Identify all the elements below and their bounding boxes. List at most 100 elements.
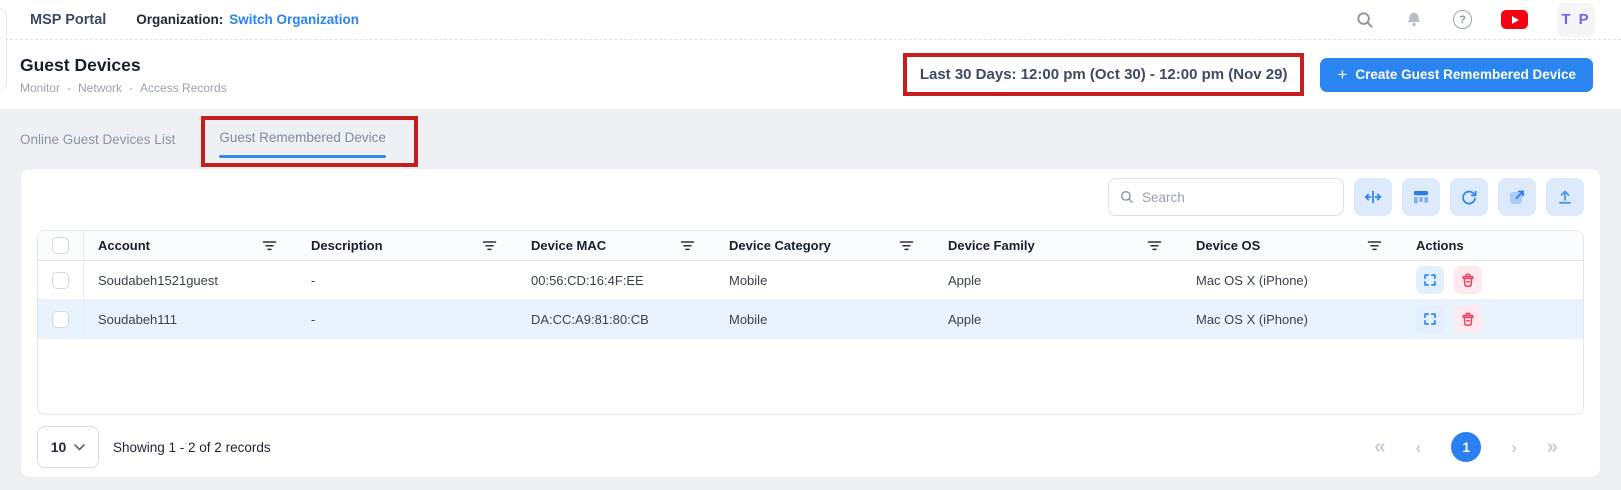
organization-group: Organization: Switch Organization xyxy=(136,12,359,27)
cell-device-os: Mac OS X (iPhone) xyxy=(1182,312,1402,327)
column-header-device-family: Device Family xyxy=(934,231,1182,260)
tab-guest-remembered-device-label: Guest Remembered Device xyxy=(219,130,386,145)
column-label: Device Family xyxy=(948,238,1035,253)
column-label: Actions xyxy=(1416,238,1464,253)
topbar: MSP Portal Organization: Switch Organiza… xyxy=(0,0,1621,40)
expand-horizontal-icon xyxy=(1363,187,1383,207)
column-label: Device OS xyxy=(1196,238,1260,253)
user-avatar[interactable]: T P xyxy=(1557,3,1595,37)
view-details-button[interactable] xyxy=(1416,305,1444,333)
view-details-button[interactable] xyxy=(1416,266,1444,294)
youtube-icon[interactable] xyxy=(1501,10,1528,29)
pagination-prev-button[interactable]: ‹ xyxy=(1416,439,1422,456)
filter-icon[interactable] xyxy=(1367,239,1382,252)
annotation-highlight-box: Guest Remembered Device xyxy=(201,116,418,167)
page-header-right: Last 30 Days: 12:00 pm (Oct 30) - 12:00 … xyxy=(903,53,1593,96)
column-label: Device Category xyxy=(729,238,831,253)
trash-icon xyxy=(1459,271,1477,289)
column-header-actions: Actions xyxy=(1402,231,1583,260)
topbar-actions: ? T P xyxy=(1355,3,1595,37)
table-row[interactable]: Soudabeh111 - DA:CC:A9:81:80:CB Mobile A… xyxy=(38,300,1583,339)
refresh-button[interactable] xyxy=(1450,178,1488,216)
page-size-select[interactable]: 10 xyxy=(37,426,99,468)
delete-button[interactable] xyxy=(1454,266,1482,294)
cell-device-family: Apple xyxy=(934,273,1182,288)
column-header-account: Account xyxy=(84,231,297,260)
cell-device-mac: 00:56:CD:16:4F:EE xyxy=(517,273,715,288)
date-range-picker[interactable]: Last 30 Days: 12:00 pm (Oct 30) - 12:00 … xyxy=(903,53,1305,96)
breadcrumb-monitor[interactable]: Monitor xyxy=(20,81,60,95)
columns-settings-button[interactable] xyxy=(1402,178,1440,216)
table-header-row: Account Description Device MAC xyxy=(38,231,1583,261)
tabs-row: Online Guest Devices List Guest Remember… xyxy=(0,110,1621,168)
column-label: Account xyxy=(98,238,150,253)
search-icon[interactable] xyxy=(1355,10,1375,30)
breadcrumb-separator: - xyxy=(129,81,133,95)
pagination-next-button[interactable]: › xyxy=(1511,439,1517,456)
cell-account: Soudabeh1521guest xyxy=(84,273,297,288)
tab-online-guest-devices-list[interactable]: Online Guest Devices List xyxy=(20,132,175,147)
table-toolbar xyxy=(37,178,1584,216)
external-link-icon xyxy=(1507,187,1527,207)
cell-device-family: Apple xyxy=(934,312,1182,327)
fit-columns-button[interactable] xyxy=(1354,178,1392,216)
breadcrumb-separator: - xyxy=(67,81,71,95)
filter-icon[interactable] xyxy=(1147,239,1162,252)
column-header-description: Description xyxy=(297,231,517,260)
column-header-device-mac: Device MAC xyxy=(517,231,715,260)
cell-actions xyxy=(1402,305,1583,333)
tab-guest-remembered-device[interactable]: Guest Remembered Device xyxy=(219,129,386,158)
table-empty-area xyxy=(38,339,1583,414)
help-icon[interactable]: ? xyxy=(1453,10,1472,29)
column-label: Device MAC xyxy=(531,238,606,253)
bell-icon[interactable] xyxy=(1404,10,1424,30)
row-checkbox-cell xyxy=(38,261,84,299)
chevron-down-icon xyxy=(74,444,85,451)
page-title: Guest Devices xyxy=(20,55,227,76)
breadcrumb: Monitor - Network - Access Records xyxy=(20,81,227,95)
row-checkbox[interactable] xyxy=(52,272,69,289)
cell-actions xyxy=(1402,266,1583,294)
filter-icon[interactable] xyxy=(482,239,497,252)
delete-button[interactable] xyxy=(1454,305,1482,333)
filter-icon[interactable] xyxy=(899,239,914,252)
search-icon xyxy=(1119,189,1135,205)
plus-icon: + xyxy=(1337,66,1347,83)
brand-logo[interactable]: MSP Portal xyxy=(30,12,106,28)
header-checkbox-cell xyxy=(38,231,84,260)
page-header-left: Guest Devices Monitor - Network - Access… xyxy=(20,55,227,95)
column-label: Description xyxy=(311,238,383,253)
refresh-icon xyxy=(1459,187,1479,207)
select-all-checkbox[interactable] xyxy=(52,237,69,254)
cell-device-category: Mobile xyxy=(715,273,934,288)
pagination-current-page[interactable]: 1 xyxy=(1451,432,1481,462)
fullscreen-icon xyxy=(1421,310,1439,328)
cell-description: - xyxy=(297,273,517,288)
row-checkbox[interactable] xyxy=(52,311,69,328)
trash-icon xyxy=(1459,310,1477,328)
column-header-device-category: Device Category xyxy=(715,231,934,260)
open-in-new-button[interactable] xyxy=(1498,178,1536,216)
export-button[interactable] xyxy=(1546,178,1584,216)
columns-icon xyxy=(1411,187,1431,207)
pagination-last-button[interactable]: » xyxy=(1547,437,1558,457)
filter-icon[interactable] xyxy=(680,239,695,252)
page-size-value: 10 xyxy=(51,439,67,455)
guest-remembered-device-table: Account Description Device MAC xyxy=(37,230,1584,415)
upload-icon xyxy=(1555,187,1575,207)
fullscreen-icon xyxy=(1421,271,1439,289)
cell-description: - xyxy=(297,312,517,327)
table-row[interactable]: Soudabeh1521guest - 00:56:CD:16:4F:EE Mo… xyxy=(38,261,1583,300)
search-input[interactable] xyxy=(1142,190,1333,205)
sidebar-edge-handle[interactable] xyxy=(0,8,7,92)
active-tab-underline xyxy=(219,155,386,158)
create-guest-remembered-device-button[interactable]: + Create Guest Remembered Device xyxy=(1320,58,1593,92)
breadcrumb-network[interactable]: Network xyxy=(78,81,122,95)
breadcrumb-access-records[interactable]: Access Records xyxy=(140,81,227,95)
pagination: « ‹ 1 › » xyxy=(1374,432,1558,462)
filter-icon[interactable] xyxy=(262,239,277,252)
pagination-first-button[interactable]: « xyxy=(1374,437,1385,457)
switch-organization-link[interactable]: Switch Organization xyxy=(229,12,359,27)
cell-device-mac: DA:CC:A9:81:80:CB xyxy=(517,312,715,327)
search-box xyxy=(1108,178,1344,216)
